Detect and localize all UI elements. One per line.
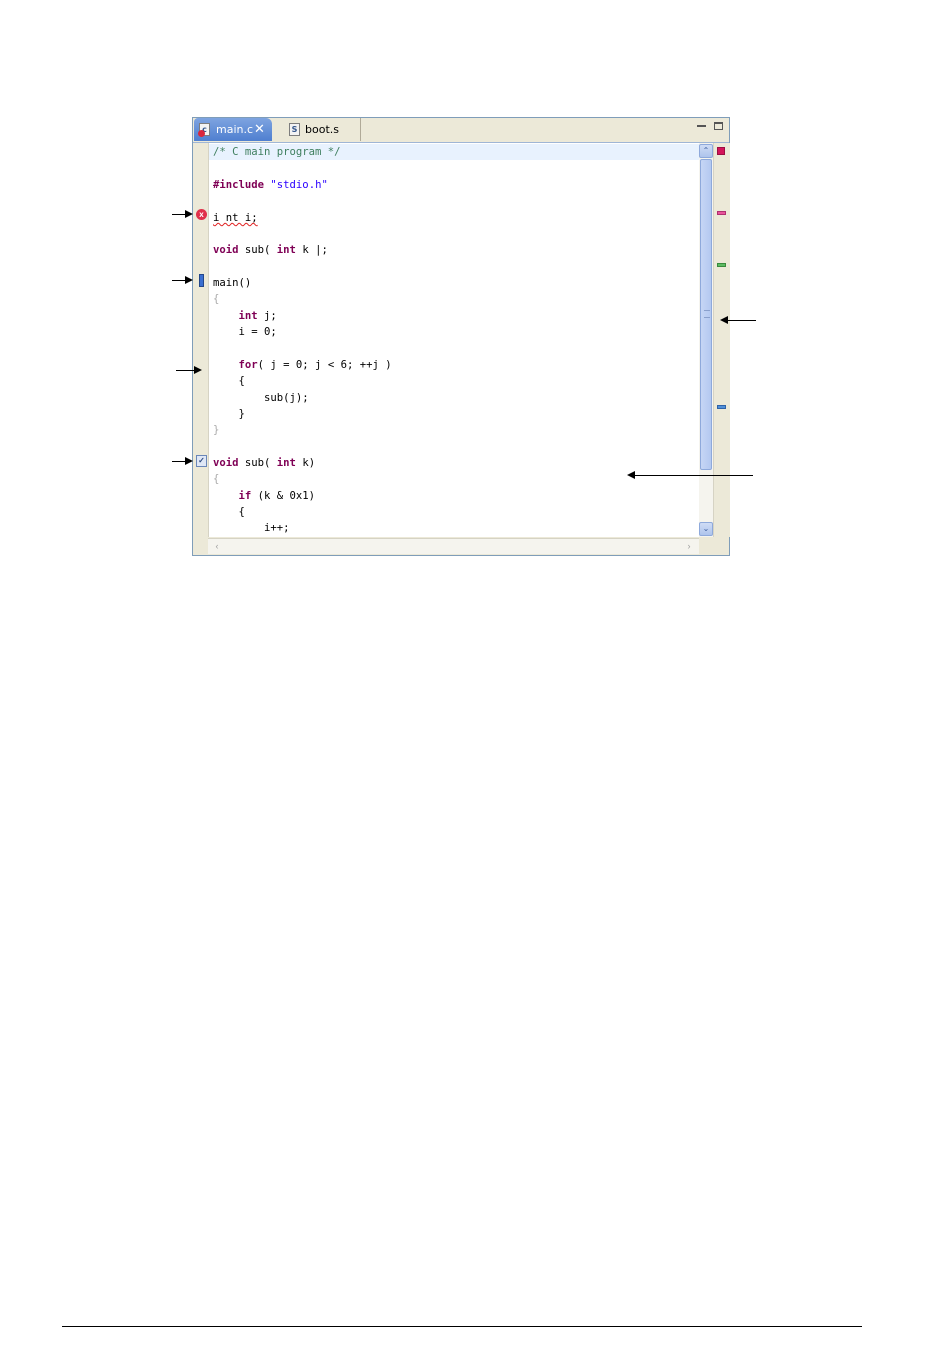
code-line: sub(j);: [213, 392, 309, 404]
assembly-source-file-icon: S: [289, 123, 300, 136]
tab-label: main.c: [216, 123, 254, 136]
code-line: void sub( int k): [213, 457, 316, 469]
code-line: }: [213, 408, 245, 420]
code-line: main(): [213, 277, 252, 289]
code-line: {: [213, 473, 220, 485]
task-marker-icon[interactable]: ✓: [196, 455, 207, 467]
code-line: if (k & 0x1): [213, 490, 316, 502]
overview-task-mark[interactable]: [717, 263, 726, 267]
close-icon[interactable]: ✕: [254, 118, 265, 142]
code-line: i = 0;: [213, 326, 277, 338]
c-source-file-icon: c: [198, 123, 210, 137]
annotation-arrow-bookmark: [172, 276, 193, 284]
code-line: {: [213, 506, 245, 518]
annotation-arrow-editor-area: [627, 471, 753, 479]
code-line-error: i nt i;: [213, 212, 258, 224]
scroll-right-button[interactable]: ›: [682, 540, 696, 552]
error-overlay-icon: [198, 130, 205, 137]
scrollbar-thumb[interactable]: [700, 159, 712, 470]
page-footer-rule: [62, 1326, 862, 1327]
code-line: /* C main program */: [213, 146, 341, 158]
code-editor: c main.c ✕ S boot.s x ✓ /* C main progra…: [192, 117, 730, 556]
annotation-arrow-error: [172, 210, 193, 218]
annotation-arrow-task: [172, 457, 193, 465]
code-line: }: [213, 424, 220, 436]
bookmark-marker-icon[interactable]: [199, 274, 204, 287]
horizontal-scrollbar[interactable]: ‹ ›: [208, 538, 699, 554]
tab-label: boot.s: [305, 123, 339, 136]
code-line: void sub( int k |;: [213, 244, 328, 256]
maximize-button[interactable]: [714, 122, 723, 130]
annotation-arrow-overview-ruler: [720, 316, 756, 324]
tab-boot-s[interactable]: S boot.s: [279, 118, 361, 141]
scroll-left-button[interactable]: ‹: [210, 540, 224, 552]
overview-error-mark[interactable]: [717, 211, 726, 215]
editor-tab-bar: c main.c ✕ S boot.s: [193, 118, 729, 143]
error-status-indicator[interactable]: [717, 147, 725, 155]
tab-main-c[interactable]: c main.c ✕: [194, 118, 272, 141]
scroll-up-button[interactable]: ⌃: [699, 144, 713, 158]
error-marker-icon[interactable]: x: [196, 209, 207, 220]
annotation-arrow-ruler: [176, 366, 202, 374]
code-line: {: [213, 293, 220, 305]
scroll-down-button[interactable]: ⌄: [699, 522, 713, 536]
code-line: {: [213, 375, 245, 387]
code-line: i++;: [213, 522, 290, 534]
code-line: for( j = 0; j < 6; ++j ): [213, 359, 392, 371]
grip-icon: [704, 310, 710, 318]
code-line: #include "stdio.h": [213, 179, 328, 191]
code-line: int j;: [213, 310, 277, 322]
marker-ruler[interactable]: x ✓: [194, 143, 208, 537]
minimize-button[interactable]: [697, 122, 706, 127]
overview-bookmark-mark[interactable]: [717, 405, 726, 409]
